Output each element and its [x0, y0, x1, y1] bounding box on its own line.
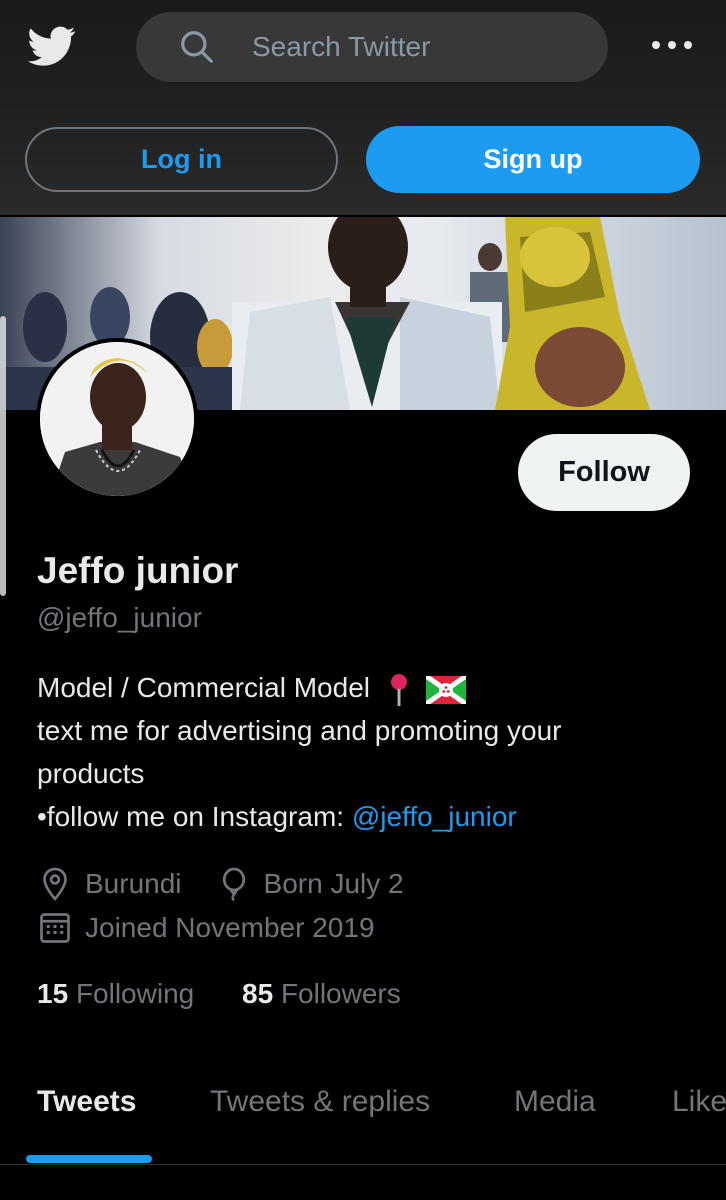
search-input[interactable] — [250, 30, 574, 64]
dot — [684, 41, 692, 49]
search-icon — [181, 31, 213, 63]
scroll-indicator[interactable] — [0, 316, 6, 596]
signup-button[interactable]: Sign up — [366, 126, 700, 193]
follow-button[interactable]: Follow — [518, 434, 690, 511]
search-bar[interactable] — [136, 12, 608, 82]
bio-line-1: Model / Commercial Model — [37, 666, 697, 709]
bio-text: Model / Commercial Model — [37, 672, 370, 703]
profile-meta-row-1: Burundi Born July 2 — [37, 866, 404, 902]
following-link[interactable]: 15 Following — [37, 978, 194, 1009]
profile-bio: Model / Commercial Model text me for adv… — [37, 666, 697, 838]
twitter-bird-icon[interactable] — [25, 22, 79, 70]
followers-count: 85 — [242, 978, 274, 1009]
followers-link[interactable]: 85 Followers — [242, 978, 401, 1009]
bio-line-3: products — [37, 758, 145, 789]
followers-label: Followers — [280, 978, 401, 1009]
joined-date-text: Joined November 2019 — [85, 912, 375, 943]
login-button[interactable]: Log in — [25, 127, 338, 192]
tab-tweets[interactable]: Tweets — [37, 1085, 136, 1119]
round-pushpin-icon — [390, 673, 407, 706]
avatar[interactable] — [36, 338, 198, 500]
more-dots-icon[interactable] — [652, 30, 692, 60]
location-text: Burundi — [85, 868, 182, 899]
following-count: 15 — [37, 978, 69, 1009]
calendar-icon — [40, 913, 70, 943]
instagram-handle-link[interactable]: @jeffo_junior — [352, 801, 517, 832]
bio-line-2: text me for advertising and promoting yo… — [37, 715, 562, 746]
dot — [652, 41, 660, 49]
avatar-photo — [40, 342, 194, 496]
burundi-flag-icon — [425, 675, 466, 704]
dot — [668, 41, 676, 49]
bio-line-4: •follow me on Instagram: @jeffo_junior — [37, 795, 697, 838]
top-header: Log in Sign up — [0, 0, 726, 215]
balloon-icon — [222, 867, 245, 902]
location-icon — [43, 867, 67, 902]
tab-likes[interactable]: Likes — [672, 1085, 726, 1119]
profile-name: Jeffo junior — [37, 550, 239, 591]
tab-media[interactable]: Media — [514, 1085, 596, 1119]
following-label: Following — [75, 978, 195, 1009]
tabs-divider — [0, 1164, 726, 1165]
profile-tabs: Tweets Tweets & replies Media Likes — [0, 1085, 726, 1165]
tab-tweets-replies[interactable]: Tweets & replies — [210, 1085, 430, 1119]
profile-meta-row-2: Joined November 2019 — [37, 910, 375, 946]
profile-handle: @jeffo_junior — [37, 602, 202, 633]
bio-text: •follow me on Instagram: — [37, 801, 352, 832]
active-tab-indicator — [26, 1155, 152, 1163]
profile-stats: 15 Following 85 Followers — [37, 978, 401, 1010]
birthday-text: Born July 2 — [263, 868, 404, 899]
